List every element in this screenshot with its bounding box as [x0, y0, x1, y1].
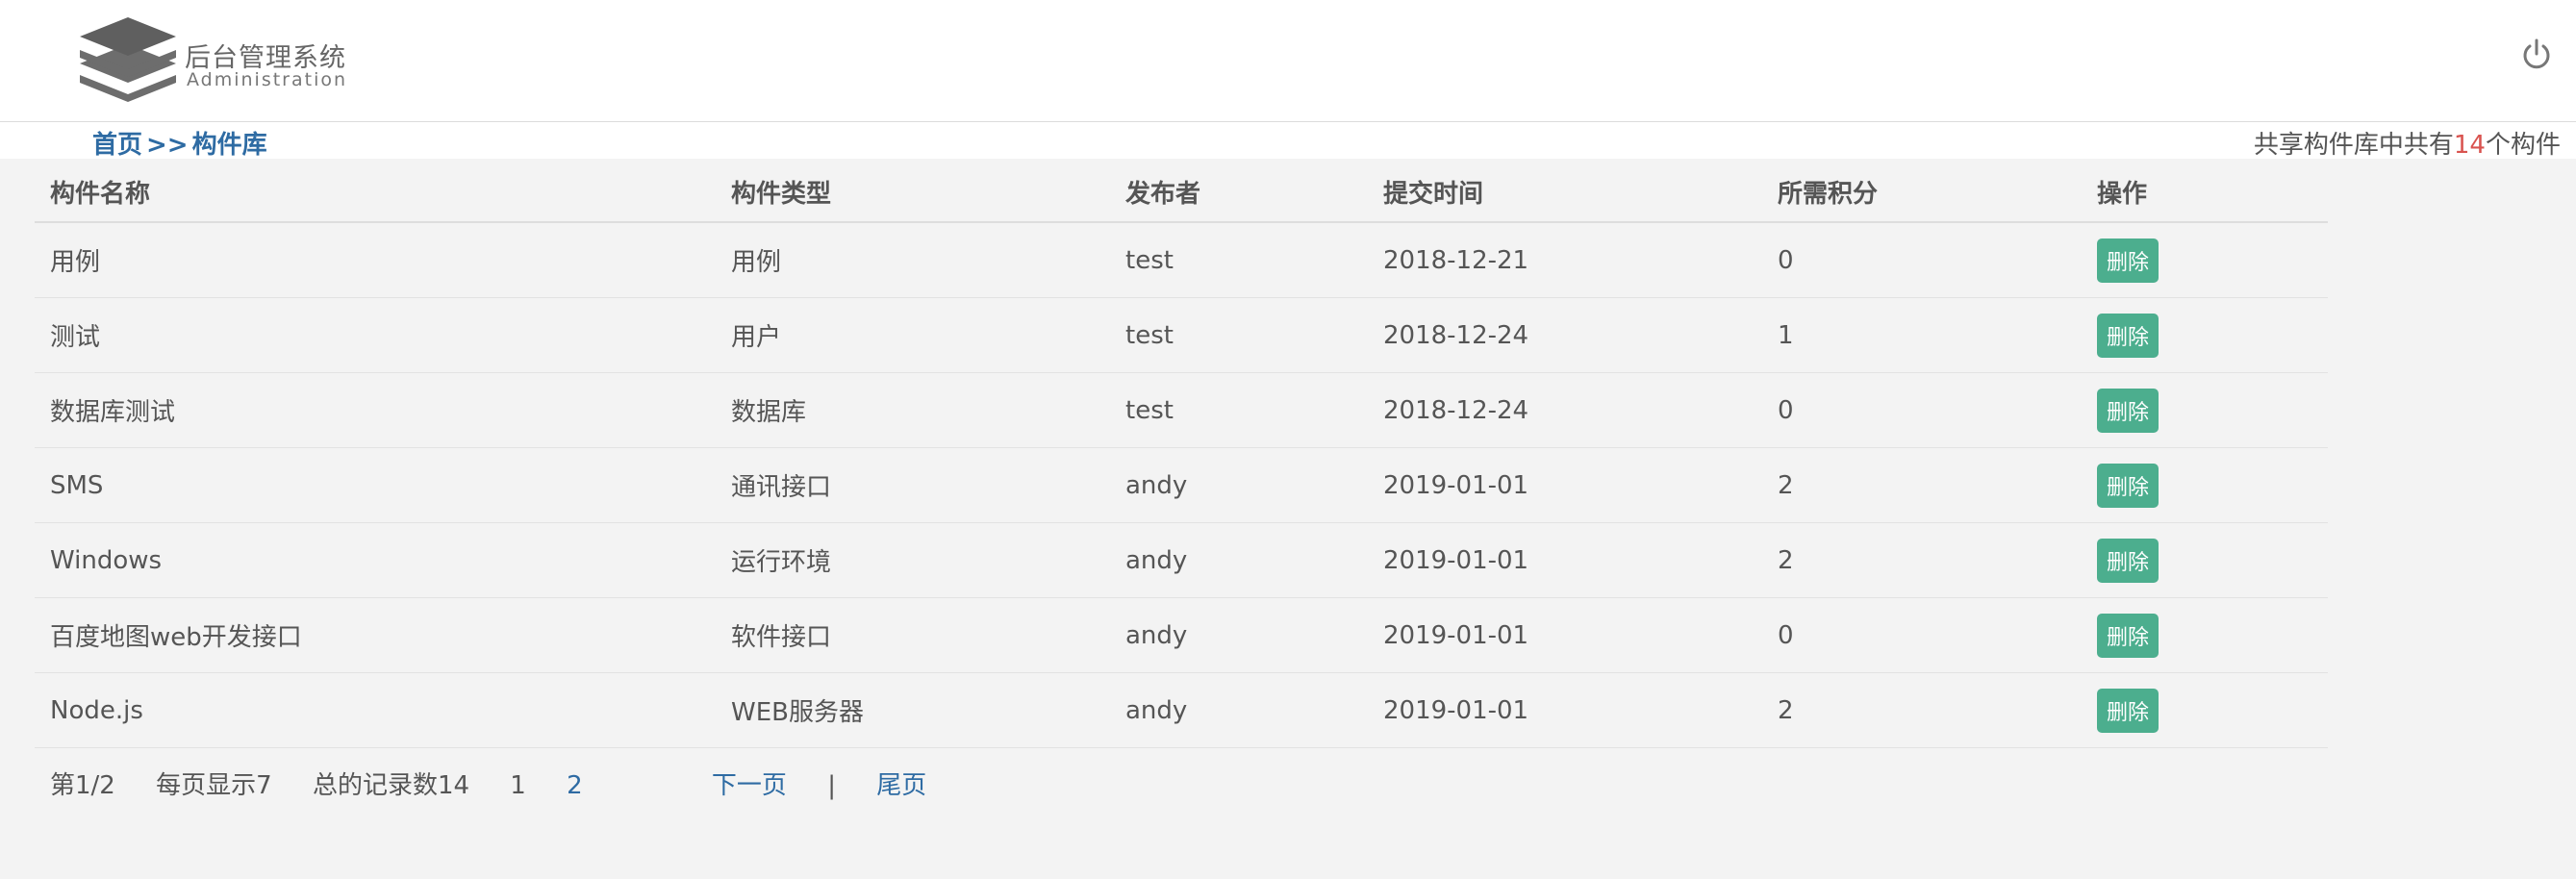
page-info: 第1/2	[50, 771, 115, 800]
cell-actions: 删除	[2082, 372, 2328, 448]
next-page-link[interactable]: 下一页	[712, 771, 787, 800]
cell-type: 运行环境	[716, 522, 1110, 598]
cell-points: 0	[1762, 222, 2082, 298]
table-row: 测试 用户 test 2018-12-24 1 删除	[35, 297, 2328, 373]
header-points: 所需积分	[1762, 162, 2082, 223]
header-publisher: 发布者	[1110, 162, 1368, 223]
summary-count: 14	[2453, 131, 2486, 160]
cell-actions: 删除	[2082, 522, 2328, 598]
table-row: 百度地图web开发接口 软件接口 andy 2019-01-01 0 删除	[35, 597, 2328, 673]
stacked-layers-logo-icon	[80, 17, 176, 102]
cell-name: 数据库测试	[35, 372, 716, 448]
cell-points: 2	[1762, 522, 2082, 598]
table-row: SMS 通讯接口 andy 2019-01-01 2 删除	[35, 447, 2328, 523]
cell-points: 0	[1762, 597, 2082, 673]
cell-publisher: andy	[1110, 522, 1368, 598]
cell-date: 2019-01-01	[1368, 522, 1762, 598]
delete-button[interactable]: 删除	[2097, 238, 2159, 283]
cell-name: 测试	[35, 297, 716, 373]
total-records: 总的记录数14	[312, 771, 470, 800]
cell-name: 百度地图web开发接口	[35, 597, 716, 673]
per-page-info: 每页显示7	[156, 771, 272, 800]
top-header: 后台管理系统 Administration	[0, 0, 2576, 122]
delete-button[interactable]: 删除	[2097, 313, 2159, 358]
header-type: 构件类型	[716, 162, 1110, 223]
cell-publisher: andy	[1110, 672, 1368, 748]
cell-points: 0	[1762, 372, 2082, 448]
power-icon[interactable]	[2520, 38, 2553, 71]
summary-suffix: 个构件	[2485, 131, 2561, 160]
cell-type: 数据库	[716, 372, 1110, 448]
table-row: Windows 运行环境 andy 2019-01-01 2 删除	[35, 522, 2328, 598]
cell-publisher: andy	[1110, 597, 1368, 673]
delete-button[interactable]: 删除	[2097, 463, 2159, 508]
last-page-link[interactable]: 尾页	[876, 771, 926, 800]
cell-name: 用例	[35, 222, 716, 298]
header-actions: 操作	[2082, 162, 2328, 223]
cell-actions: 删除	[2082, 597, 2328, 673]
cell-type: 用户	[716, 297, 1110, 373]
cell-name: SMS	[35, 447, 716, 523]
cell-name: Windows	[35, 522, 716, 598]
cell-publisher: andy	[1110, 447, 1368, 523]
header-name: 构件名称	[35, 162, 716, 223]
table-header-row: 构件名称 构件类型 发布者 提交时间 所需积分 操作	[35, 162, 2328, 223]
table-row: 数据库测试 数据库 test 2018-12-24 0 删除	[35, 372, 2328, 448]
header-submit-time: 提交时间	[1368, 162, 1762, 223]
breadcrumb-separator: >>	[146, 131, 189, 160]
cell-type: WEB服务器	[716, 672, 1110, 748]
breadcrumb-home-link[interactable]: 首页	[92, 131, 142, 160]
delete-button[interactable]: 删除	[2097, 538, 2159, 583]
cell-type: 软件接口	[716, 597, 1110, 673]
pager-divider: |	[827, 771, 836, 800]
cell-points: 2	[1762, 447, 2082, 523]
table-row: 用例 用例 test 2018-12-21 0 删除	[35, 222, 2328, 298]
cell-publisher: test	[1110, 222, 1368, 298]
cell-points: 1	[1762, 297, 2082, 373]
cell-points: 2	[1762, 672, 2082, 748]
cell-actions: 删除	[2082, 222, 2328, 298]
cell-publisher: test	[1110, 297, 1368, 373]
breadcrumb: 首页 >> 构件库	[92, 125, 267, 161]
delete-button[interactable]: 删除	[2097, 613, 2159, 658]
cell-publisher: test	[1110, 372, 1368, 448]
cell-date: 2019-01-01	[1368, 447, 1762, 523]
cell-date: 2019-01-01	[1368, 672, 1762, 748]
cell-date: 2018-12-24	[1368, 297, 1762, 373]
table-row: Node.js WEB服务器 andy 2019-01-01 2 删除	[35, 672, 2328, 748]
component-table: 构件名称 构件类型 发布者 提交时间 所需积分 操作 用例 用例 test 20…	[35, 162, 2328, 748]
cell-actions: 删除	[2082, 672, 2328, 748]
brand-subtitle: Administration	[187, 69, 348, 90]
page-number-current: 1	[510, 771, 526, 800]
cell-date: 2018-12-24	[1368, 372, 1762, 448]
component-summary: 共享构件库中共有14个构件	[2254, 125, 2561, 161]
page-number-link[interactable]: 2	[567, 771, 583, 800]
cell-date: 2019-01-01	[1368, 597, 1762, 673]
breadcrumb-current-link[interactable]: 构件库	[192, 131, 267, 160]
cell-date: 2018-12-21	[1368, 222, 1762, 298]
cell-type: 用例	[716, 222, 1110, 298]
cell-name: Node.js	[35, 672, 716, 748]
summary-prefix: 共享构件库中共有	[2253, 131, 2454, 160]
cell-actions: 删除	[2082, 447, 2328, 523]
delete-button[interactable]: 删除	[2097, 388, 2159, 433]
delete-button[interactable]: 删除	[2097, 688, 2159, 733]
cell-actions: 删除	[2082, 297, 2328, 373]
breadcrumb-bar	[0, 122, 2576, 159]
cell-type: 通讯接口	[716, 447, 1110, 523]
pagination: 第1/2 每页显示7 总的记录数14 1 2 下一页 | 尾页	[50, 766, 959, 801]
